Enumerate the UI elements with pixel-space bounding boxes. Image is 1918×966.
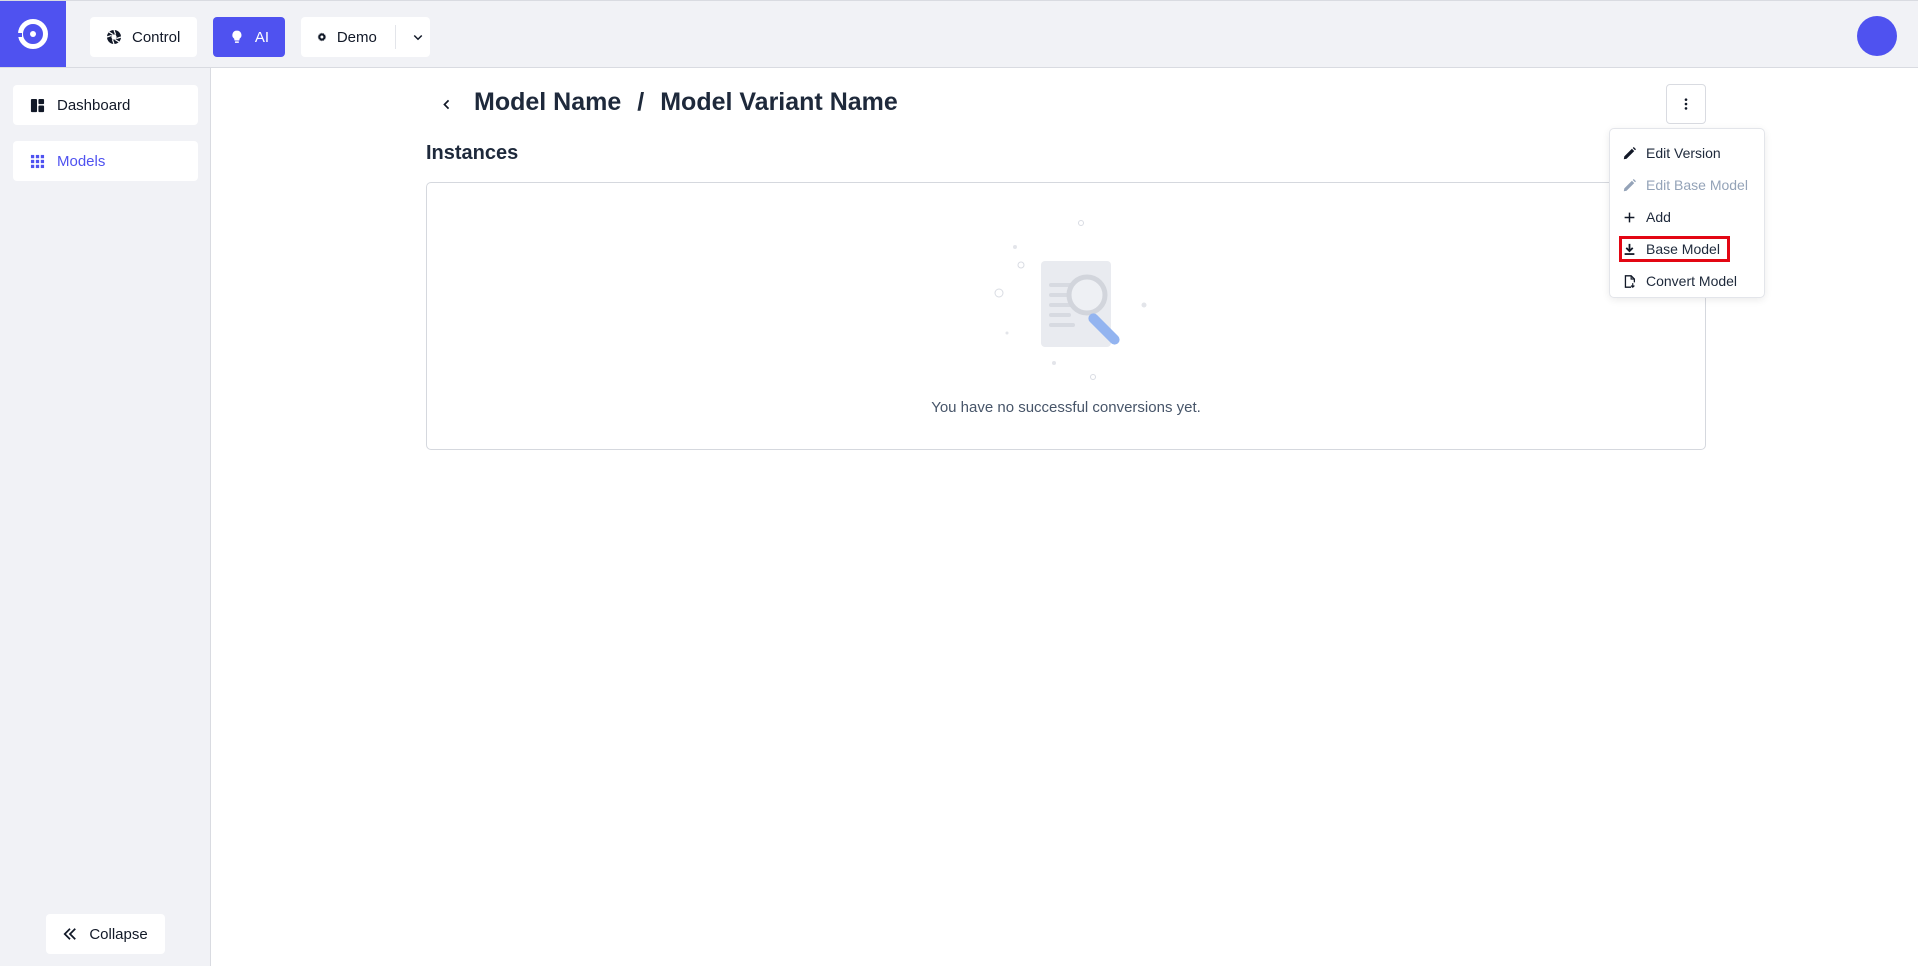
more-options-button[interactable] <box>1666 84 1706 124</box>
instances-card: You have no successful conversions yet. <box>426 182 1706 450</box>
download-icon <box>1624 243 1635 255</box>
breadcrumb-separator: / <box>637 88 645 116</box>
pencil-icon <box>1623 178 1636 191</box>
control-label: Control <box>132 28 181 46</box>
demo-button[interactable]: Demo <box>301 17 430 57</box>
pencil-icon <box>1623 146 1636 159</box>
menu-item-label: Add <box>1646 209 1671 225</box>
demo-dropdown-toggle[interactable] <box>405 17 430 57</box>
sidebar-item-label: Dashboard <box>57 96 131 114</box>
menu-item-base-model[interactable]: Base Model <box>1610 233 1764 265</box>
collapse-label: Collapse <box>89 925 148 943</box>
model-name: Model Name <box>474 88 622 116</box>
divider <box>394 25 396 49</box>
menu-item-edit-base-model[interactable]: Edit Base Model <box>1610 169 1764 201</box>
sidebar-item-dashboard[interactable]: Dashboard <box>13 85 198 125</box>
menu-item-label: Convert Model <box>1646 273 1738 289</box>
menu-item-add[interactable]: Add <box>1610 201 1764 233</box>
menu-item-label: Edit Version <box>1646 145 1721 161</box>
menu-item-label: Edit Base Model <box>1646 177 1748 193</box>
control-button[interactable]: Control <box>90 17 197 57</box>
avatar[interactable] <box>1857 16 1897 56</box>
logo-icon <box>14 19 48 49</box>
instances-heading: Instances <box>426 142 519 164</box>
empty-search-illustration <box>994 220 1147 380</box>
ai-label: AI <box>254 28 269 46</box>
lightbulb-icon <box>232 30 242 43</box>
empty-state-message: You have no successful conversions yet. <box>931 399 1201 416</box>
app-logo[interactable] <box>0 1 66 67</box>
plus-icon <box>1624 212 1635 222</box>
chevron-left-icon <box>442 99 449 109</box>
aperture-icon <box>106 29 122 45</box>
model-variant-name: Model Variant Name <box>660 88 898 116</box>
kebab-menu-icon <box>1684 98 1688 110</box>
sidebar: Dashboard Models Collapse <box>0 68 211 966</box>
collapse-button[interactable]: Collapse <box>46 914 165 954</box>
ai-button[interactable]: AI <box>213 17 285 57</box>
demo-label: Demo <box>336 28 377 46</box>
sidebar-item-label: Models <box>57 152 106 170</box>
chevron-down-icon <box>413 34 422 41</box>
file-convert-icon <box>1624 274 1636 288</box>
top-bar: Control AI Demo <box>0 0 1918 68</box>
page-title: Model Name / Model Variant Name <box>474 88 898 117</box>
double-chevron-left-icon <box>63 928 77 940</box>
grid-icon <box>30 154 45 168</box>
dashboard-icon <box>30 98 45 112</box>
menu-item-label: Base Model <box>1646 241 1720 257</box>
back-button[interactable] <box>437 93 455 115</box>
sidebar-item-models[interactable]: Models <box>13 141 198 181</box>
gear-icon <box>317 32 327 42</box>
menu-item-edit-version[interactable]: Edit Version <box>1610 137 1764 169</box>
options-menu: Edit Version Edit Base Model Add Base Mo… <box>1609 128 1765 298</box>
menu-item-convert-model[interactable]: Convert Model <box>1610 265 1764 297</box>
